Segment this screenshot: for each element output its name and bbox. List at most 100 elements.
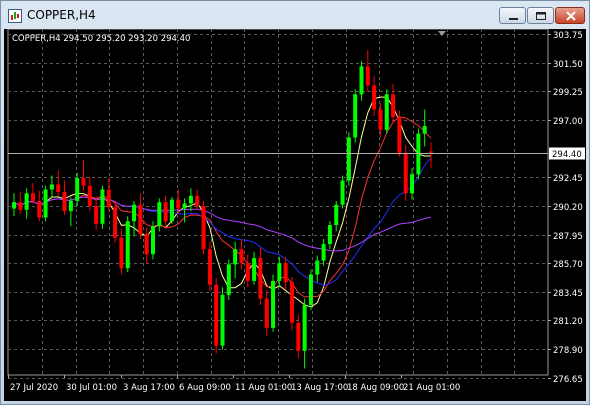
close-icon [566,11,576,21]
candle-body [220,294,225,346]
candle-body [353,94,358,138]
candle-body [113,207,118,238]
close-button[interactable] [555,7,585,24]
y-tick-label: 281.20 [553,317,583,327]
chart-window: COPPER,H4 303.75 301.50 299.25 297.00 292.45… [0,0,590,405]
minimize-icon [509,18,518,20]
candle-body [157,202,162,227]
candle-body [403,152,408,194]
candle-body [245,263,250,281]
candle-body [308,274,313,306]
candle-body [334,204,339,226]
chart-shift-marker [438,31,446,36]
candle-body [378,109,383,130]
y-tick-label: 299.25 [553,88,583,98]
candle-body [214,284,219,346]
candle-body [239,249,244,264]
candle-body [372,85,377,110]
candle-body [397,117,402,153]
candle-body [264,298,269,328]
y-tick-label: 285.70 [553,260,583,270]
candle-body [429,151,433,153]
y-tick-label: 283.45 [553,289,583,299]
y-tick-label: 303.75 [553,31,583,41]
candle-body [346,137,351,181]
candle-body [422,126,427,134]
maximize-button[interactable] [527,7,554,24]
candle-body [340,180,345,205]
candle-body [290,282,294,323]
candle-body [30,193,35,201]
candle-body [226,264,231,295]
candle-body [49,184,54,190]
minimize-button[interactable] [499,7,526,24]
chart-icon [8,8,22,23]
candle-body [176,199,181,209]
y-tick-label: 278.90 [553,346,583,356]
chart-info-label: COPPER,H4 294.50 295.20 293.20 294.40 [12,34,190,44]
candle-body [258,258,263,299]
candle-body [410,174,415,194]
candle-body [119,237,124,269]
y-tick-label: 292.45 [553,174,583,184]
candle-body [391,94,396,118]
candle-body [87,185,92,206]
candle-body [252,258,257,281]
candle-body [271,280,276,328]
y-tick-label: 301.50 [553,60,583,70]
candle-body [327,225,332,245]
candle-body [43,189,48,218]
x-tick-label: 30 Jul 01:00 [66,383,117,393]
title-bar[interactable]: COPPER,H4 [1,1,589,29]
y-tick-label: 297.00 [553,117,583,127]
candle-body [302,305,307,351]
current-price-label: 294.40 [552,150,582,160]
candlestick-chart[interactable]: 303.75 301.50 299.25 297.00 292.45 290.20 287.… [4,29,586,401]
candle-body [138,204,143,234]
candle-body [94,206,99,224]
candle-body [207,249,212,285]
candle-body [75,178,80,201]
candle-body [195,195,200,206]
candle-body [188,195,193,204]
candle-body [106,189,111,208]
x-tick-label: 27 Jul 2020 [10,383,58,393]
candle-body [283,263,288,283]
x-tick-label: 11 Aug 01:00 [235,383,292,393]
candle-body [62,192,67,212]
candle-body [315,260,320,275]
x-tick-label: 21 Aug 01:00 [403,383,460,393]
candle-body [365,66,370,86]
candle-body [24,193,29,210]
price-chart[interactable]: 303.75 301.50 299.25 297.00 292.45 290.20 287.… [4,29,586,401]
candle-body [125,221,130,269]
candle-body [56,184,61,193]
candle-body [37,200,42,218]
y-tick-label: 290.20 [553,203,583,213]
x-tick-label: 3 Aug 17:00 [123,383,175,393]
y-tick-label: 287.95 [553,232,583,242]
candle-body [151,226,155,255]
candle-body [18,202,23,210]
candle-body [163,202,168,222]
candle-body [81,178,86,186]
window-title: COPPER,H4 [27,8,96,22]
candle-body [169,199,174,222]
candle-body [277,263,282,281]
candle-body [12,202,16,209]
candle-body [144,233,149,255]
x-tick-label: 6 Aug 09:00 [179,383,231,393]
candle-body [132,204,137,222]
candle-body [68,200,73,212]
y-tick-label: 276.65 [553,375,583,385]
candle-body [321,244,326,261]
x-tick-label: 13 Aug 17:00 [291,383,348,393]
candle-body [384,94,389,130]
candle-body [296,322,301,351]
candle-body [100,189,105,224]
maximize-icon [536,12,546,20]
candle-body [182,203,187,209]
candle-body [359,66,364,95]
candle-body [233,249,238,265]
candle-body [201,206,206,250]
